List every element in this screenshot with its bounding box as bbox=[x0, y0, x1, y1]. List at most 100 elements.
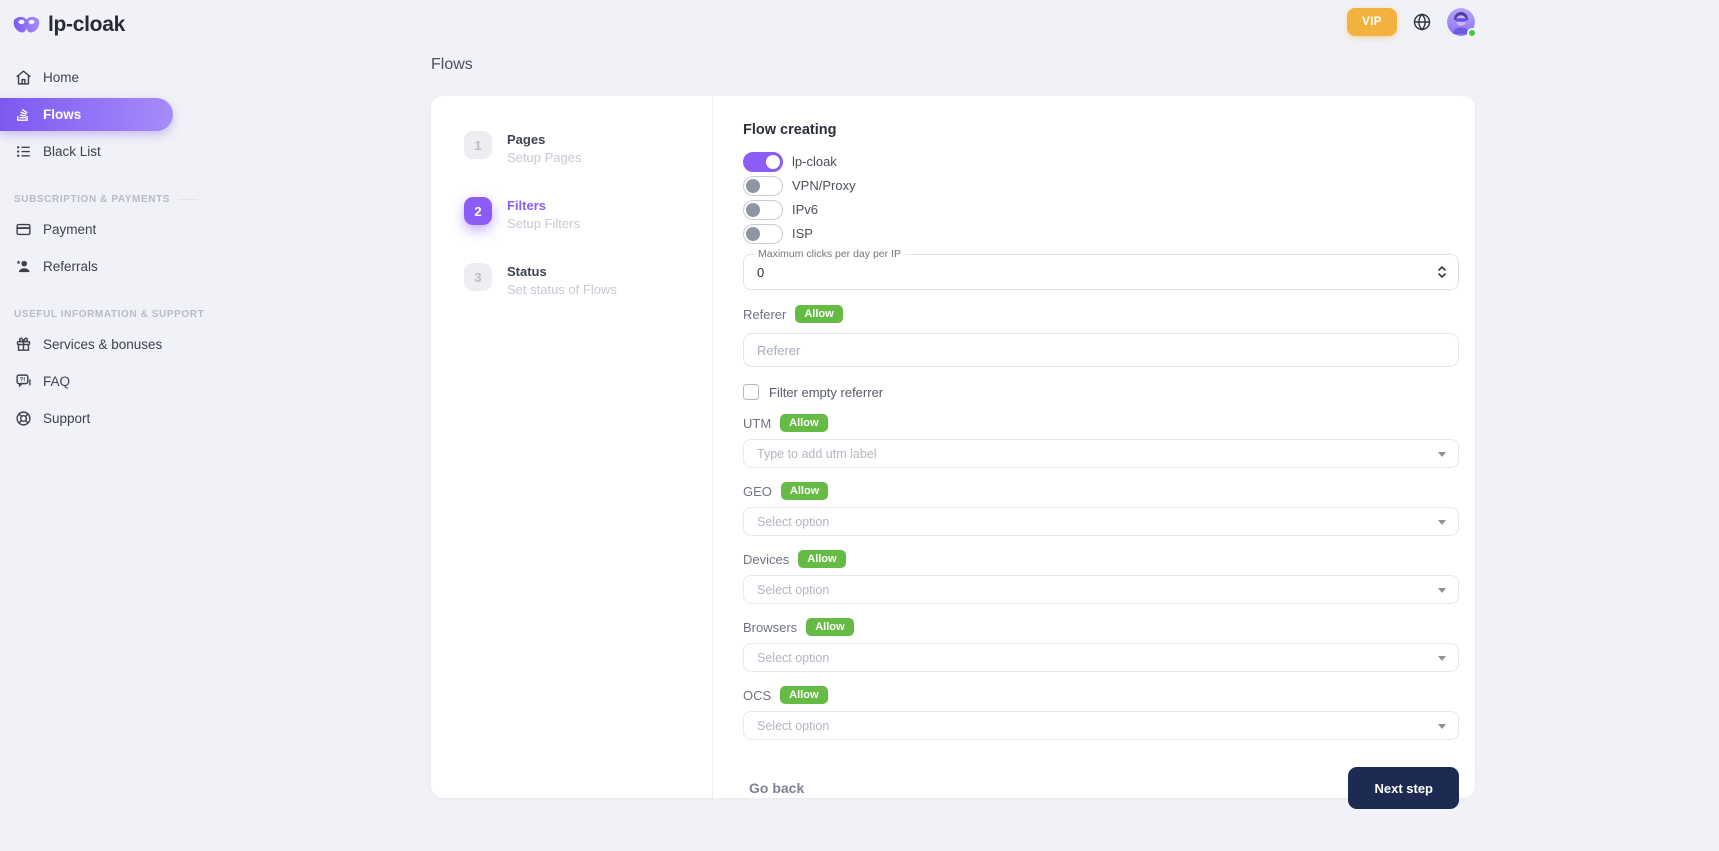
utm-group: UTM Allow Type to add utm label bbox=[743, 414, 1459, 468]
ocs-select[interactable]: Select option bbox=[743, 711, 1459, 740]
list-icon bbox=[14, 143, 32, 161]
toggle-label: IPv6 bbox=[792, 202, 818, 217]
caret-down-icon bbox=[1438, 656, 1446, 661]
step-subtitle: Setup Pages bbox=[507, 150, 581, 166]
sidebar-nav: Home Flows Black List Subscription & pay… bbox=[0, 61, 210, 435]
credit-card-icon bbox=[14, 221, 32, 239]
faq-bubble-icon: ?! bbox=[14, 373, 32, 391]
vip-button[interactable]: VIP bbox=[1347, 8, 1397, 36]
flow-creating-form: Flow creating lp-cloak VPN/Proxy IPv6 IS… bbox=[713, 96, 1475, 798]
online-status-dot bbox=[1467, 28, 1477, 38]
sidebar-item-label: Flows bbox=[43, 107, 81, 122]
next-step-button[interactable]: Next step bbox=[1348, 767, 1459, 809]
sidebar-item-services[interactable]: Services & bonuses bbox=[0, 328, 173, 361]
devices-select[interactable]: Select option bbox=[743, 575, 1459, 604]
referer-label: Referer bbox=[743, 307, 786, 322]
number-stepper-icon[interactable] bbox=[1436, 264, 1448, 280]
lp-cloak-toggle[interactable] bbox=[743, 152, 783, 172]
devices-label: Devices bbox=[743, 552, 789, 567]
lifebuoy-icon bbox=[14, 410, 32, 428]
filter-empty-referrer-row: Filter empty referrer bbox=[743, 384, 1459, 400]
toggle-row-isp: ISP bbox=[743, 223, 1459, 244]
sidebar-item-label: Services & bonuses bbox=[43, 337, 162, 352]
ocs-label: OCS bbox=[743, 688, 771, 703]
sidebar-item-referrals[interactable]: Referrals bbox=[0, 250, 173, 283]
devices-allow-badge[interactable]: Allow bbox=[798, 550, 845, 568]
sidebar-item-label: Referrals bbox=[43, 259, 98, 274]
sidebar-item-flows[interactable]: Flows bbox=[0, 98, 173, 131]
ocs-allow-badge[interactable]: Allow bbox=[780, 686, 827, 704]
step-title: Pages bbox=[507, 132, 581, 148]
isp-toggle[interactable] bbox=[743, 224, 783, 244]
geo-group: GEO Allow Select option bbox=[743, 482, 1459, 536]
filter-empty-referrer-checkbox[interactable] bbox=[743, 384, 759, 400]
step-title: Status bbox=[507, 264, 617, 280]
caret-down-icon bbox=[1438, 520, 1446, 525]
form-title: Flow creating bbox=[743, 122, 1459, 138]
utm-label: UTM bbox=[743, 416, 771, 431]
step-number: 1 bbox=[464, 131, 492, 159]
flows-icon bbox=[14, 106, 32, 124]
sidebar-item-label: Home bbox=[43, 70, 79, 85]
step-pages[interactable]: 1 Pages Setup Pages bbox=[464, 131, 712, 166]
sidebar-item-payment[interactable]: Payment bbox=[0, 213, 173, 246]
toggle-row-ipv6: IPv6 bbox=[743, 199, 1459, 220]
page-title: Flows bbox=[431, 56, 1475, 74]
geo-label: GEO bbox=[743, 484, 772, 499]
browsers-select[interactable]: Select option bbox=[743, 643, 1459, 672]
toggle-row-vpn-proxy: VPN/Proxy bbox=[743, 175, 1459, 196]
step-status[interactable]: 3 Status Set status of Flows bbox=[464, 263, 712, 298]
section-label-support: Useful information & support bbox=[14, 309, 198, 320]
utm-combobox[interactable]: Type to add utm label bbox=[743, 439, 1459, 468]
topbar: VIP bbox=[431, 8, 1475, 36]
user-avatar[interactable] bbox=[1447, 8, 1475, 36]
toggle-label: ISP bbox=[792, 226, 813, 241]
referer-label-row: Referer Allow bbox=[743, 305, 1459, 323]
max-clicks-input[interactable] bbox=[757, 265, 1436, 280]
language-globe-icon[interactable] bbox=[1411, 11, 1433, 33]
checkbox-label: Filter empty referrer bbox=[769, 385, 883, 400]
toggle-label: VPN/Proxy bbox=[792, 178, 856, 193]
geo-allow-badge[interactable]: Allow bbox=[781, 482, 828, 500]
browsers-label: Browsers bbox=[743, 620, 797, 635]
geo-select[interactable]: Select option bbox=[743, 507, 1459, 536]
browsers-group: Browsers Allow Select option bbox=[743, 618, 1459, 672]
main-content: Flows 1 Pages Setup Pages 2 Filters Setu… bbox=[431, 56, 1475, 798]
devices-group: Devices Allow Select option bbox=[743, 550, 1459, 604]
max-clicks-label: Maximum clicks per day per IP bbox=[754, 248, 905, 260]
toggle-row-lp-cloak: lp-cloak bbox=[743, 151, 1459, 172]
utm-allow-badge[interactable]: Allow bbox=[780, 414, 827, 432]
sidebar: lp-cloak Home Flows Black List Subscript… bbox=[0, 0, 210, 851]
step-number: 3 bbox=[464, 263, 492, 291]
mask-icon bbox=[13, 15, 40, 35]
max-clicks-field: Maximum clicks per day per IP bbox=[743, 254, 1459, 290]
step-filters[interactable]: 2 Filters Setup Filters bbox=[464, 197, 712, 232]
gift-icon bbox=[14, 336, 32, 354]
sidebar-item-faq[interactable]: ?! FAQ bbox=[0, 365, 173, 398]
sidebar-item-label: Payment bbox=[43, 222, 96, 237]
sidebar-item-label: Black List bbox=[43, 144, 101, 159]
browsers-allow-badge[interactable]: Allow bbox=[806, 618, 853, 636]
referer-input[interactable] bbox=[743, 333, 1459, 367]
step-title: Filters bbox=[507, 198, 580, 214]
sidebar-item-black-list[interactable]: Black List bbox=[0, 135, 173, 168]
sidebar-item-label: Support bbox=[43, 411, 90, 426]
stepper: 1 Pages Setup Pages 2 Filters Setup Filt… bbox=[431, 96, 713, 798]
section-label-subscription: Subscription & payments bbox=[14, 194, 198, 205]
step-number: 2 bbox=[464, 197, 492, 225]
sidebar-item-support[interactable]: Support bbox=[0, 402, 173, 435]
step-subtitle: Setup Filters bbox=[507, 216, 580, 232]
toggle-label: lp-cloak bbox=[792, 154, 837, 169]
step-subtitle: Set status of Flows bbox=[507, 282, 617, 298]
brand-logo[interactable]: lp-cloak bbox=[0, 0, 210, 37]
referer-allow-badge[interactable]: Allow bbox=[795, 305, 842, 323]
ipv6-toggle[interactable] bbox=[743, 200, 783, 220]
brand-name: lp-cloak bbox=[48, 13, 125, 37]
sidebar-item-home[interactable]: Home bbox=[0, 61, 173, 94]
sidebar-item-label: FAQ bbox=[43, 374, 70, 389]
go-back-button[interactable]: Go back bbox=[749, 780, 804, 796]
form-actions: Go back Next step bbox=[743, 767, 1459, 809]
home-icon bbox=[14, 69, 32, 87]
caret-down-icon bbox=[1438, 452, 1446, 457]
vpn-proxy-toggle[interactable] bbox=[743, 176, 783, 196]
